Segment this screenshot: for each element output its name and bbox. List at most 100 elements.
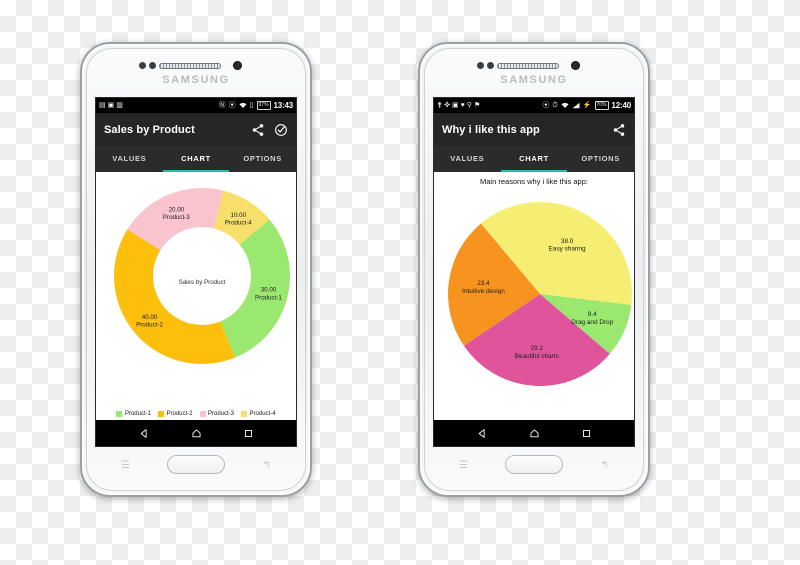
legend-label: Product-1 [124, 411, 151, 417]
phone-device-right: SAMSUNG ⚵ ✜ ▣ ♥ ⚲ ⚑ ⦿ ⏱ ⚡ 70% 12:40 Why … [418, 42, 650, 497]
earpiece-speaker [159, 63, 221, 69]
status-bar-left: ▤ ▣ ▥ Ⓝ ⦿ ▯ 97% 13:43 [96, 98, 296, 113]
screenshot-canvas: SAMSUNG ▤ ▣ ▥ Ⓝ ⦿ ▯ 97% 13:43 Sales by P… [0, 0, 800, 565]
capacitive-menu-icon[interactable]: ☰ [459, 461, 468, 471]
tab-chart-left[interactable]: CHART [162, 146, 230, 172]
signal-icon [572, 102, 580, 109]
sd-card-icon: ▤ [99, 102, 106, 109]
share-icon[interactable] [251, 123, 265, 137]
wifi-icon [561, 102, 569, 109]
phone-body-left: SAMSUNG ▤ ▣ ▥ Ⓝ ⦿ ▯ 97% 13:43 Sales by P… [86, 48, 306, 491]
legend-item[interactable]: Product-3 [199, 411, 235, 417]
legend-swatch-icon [199, 411, 206, 417]
front-camera-icon [233, 61, 242, 70]
slice-value-label: 9.4 [588, 311, 597, 318]
key-icon: ⚲ [466, 102, 472, 109]
nav-bar-left [96, 420, 296, 446]
slice-category-label: Product-4 [225, 220, 252, 227]
legend-item[interactable]: Product-1 [116, 411, 151, 417]
alarm-icon: ⏱ [552, 102, 558, 109]
download-icon: ▥ [116, 102, 123, 109]
action-bar-right: Why i like this app [434, 113, 634, 146]
heart-icon: ♥ [460, 102, 465, 109]
capacitive-back-icon[interactable]: ↰ [601, 461, 609, 471]
slice-value-label: 40.00 [142, 314, 158, 321]
chart-title-right: Main reasons why i like this app: [480, 177, 588, 186]
status-bar-right: ⚵ ✜ ▣ ♥ ⚲ ⚑ ⦿ ⏱ ⚡ 70% 12:40 [434, 98, 634, 113]
vibrate-icon: ⦿ [542, 102, 550, 109]
pin-icon: ⚑ [473, 102, 481, 109]
check-circle-icon[interactable] [274, 123, 288, 137]
legend-item[interactable]: Product-2 [157, 411, 193, 417]
slice-value-label: 38.0 [561, 238, 574, 245]
battery-indicator-left: 97% [256, 101, 271, 110]
bluetooth-icon: ✜ [444, 102, 451, 109]
legend-label: Product-3 [208, 411, 235, 417]
chart-content-left: 30.00 Product-1 40.00 Product-2 20.00 Product… [96, 172, 296, 420]
phone-body-right: SAMSUNG ⚵ ✜ ▣ ♥ ⚲ ⚑ ⦿ ⏱ ⚡ 70% 12:40 Why … [424, 48, 644, 491]
phone-top-hardware-right: SAMSUNG [425, 49, 643, 97]
slice-category-label: Easy sharing [549, 246, 586, 253]
screenshot-icon: ▣ [452, 102, 459, 109]
slice-value-label: 10.00 [231, 212, 247, 219]
legend-swatch-icon [157, 411, 164, 417]
svg-text:Sales by Product: Sales by Product [179, 279, 226, 286]
proximity-sensor-icon [139, 62, 156, 69]
recents-icon[interactable] [581, 428, 592, 439]
front-camera-icon [571, 61, 580, 70]
battery-indicator-right: 70% [594, 101, 609, 110]
phone-bottom-hardware-right: ☰ ↰ [425, 447, 643, 489]
legend-item[interactable]: Product-4 [241, 411, 276, 417]
phone-screen-right: ⚵ ✜ ▣ ♥ ⚲ ⚑ ⦿ ⏱ ⚡ 70% 12:40 Why i like t… [433, 97, 635, 447]
legend-swatch-icon [241, 411, 248, 417]
slice-category-label: Drag and Drop [571, 319, 613, 326]
usb-icon: ⚵ [437, 102, 443, 109]
action-bar-left: Sales by Product [96, 113, 296, 146]
slice-category-label: Beautiful charts [515, 353, 559, 360]
back-icon[interactable] [139, 428, 150, 439]
pie-chart[interactable]: 38.0Easy sharing 9.4Drag and Drop 29.2Beau… [434, 186, 634, 402]
status-bar-clock-right: 12:40 [611, 101, 632, 110]
nav-bar-right [434, 420, 634, 446]
capacitive-back-icon[interactable]: ↰ [263, 461, 271, 471]
screenshot-icon: ▣ [107, 102, 115, 109]
tab-chart-right[interactable]: CHART [500, 146, 568, 172]
phone-screen-left: ▤ ▣ ▥ Ⓝ ⦿ ▯ 97% 13:43 Sales by Product V… [95, 97, 297, 447]
donut-chart[interactable]: 30.00Product-140.00Product-220.00Product… [96, 172, 296, 388]
status-bar-clock-left: 13:43 [273, 101, 294, 110]
share-icon[interactable] [612, 123, 626, 137]
pie-slice[interactable] [220, 219, 290, 358]
tab-bar-right: VALUES CHART OPTIONS [434, 146, 634, 172]
app-title-left: Sales by Product [104, 123, 195, 136]
slice-value-label: 29.2 [531, 345, 544, 352]
tab-bar-left: VALUES CHART OPTIONS [96, 146, 296, 172]
wifi-icon [239, 102, 247, 109]
tab-values-left[interactable]: VALUES [96, 146, 163, 172]
capacitive-menu-icon[interactable]: ☰ [121, 461, 130, 471]
slice-value-label: 30.00 [261, 287, 277, 294]
recents-icon[interactable] [243, 428, 254, 439]
phone-top-hardware-left: SAMSUNG [87, 49, 305, 97]
brand-logo-right: SAMSUNG [500, 74, 568, 86]
phone-bottom-hardware-left: ☰ ↰ [87, 447, 305, 489]
vibrate-icon: ⦿ [228, 102, 236, 109]
slice-category-label: Intuitive design [462, 288, 505, 295]
slice-category-label: Product-2 [136, 322, 163, 329]
physical-home-button-right[interactable] [505, 455, 563, 474]
signal-icon: ▯ [249, 102, 254, 109]
tab-options-left[interactable]: OPTIONS [229, 146, 296, 172]
chart-content-right: Main reasons why i like this app: 38.0 Ea… [434, 172, 634, 420]
app-title-right: Why i like this app [442, 123, 540, 136]
charging-icon: ⚡ [582, 102, 592, 109]
tab-values-right[interactable]: VALUES [434, 146, 501, 172]
back-icon[interactable] [477, 428, 488, 439]
physical-home-button-left[interactable] [167, 455, 225, 474]
slice-value-label: 23.4 [477, 280, 490, 287]
chart-legend: Product-1 Product-2 Product-3 Product-4 [96, 411, 296, 417]
legend-label: Product-2 [166, 411, 193, 417]
pie-slice[interactable] [113, 229, 235, 364]
tab-options-right[interactable]: OPTIONS [567, 146, 634, 172]
home-icon[interactable] [191, 428, 202, 439]
brand-logo-left: SAMSUNG [162, 74, 230, 86]
home-icon[interactable] [529, 428, 540, 439]
